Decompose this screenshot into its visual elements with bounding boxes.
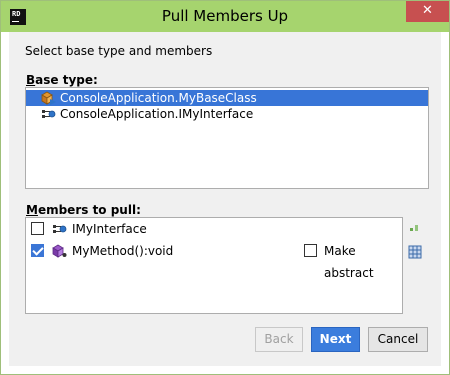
member-row-mymethod[interactable]: MyMethod():void Make abstract (26, 240, 402, 280)
method-icon (52, 244, 67, 258)
window-title: Pull Members Up (161, 7, 289, 25)
dialog-body: Select base type and members Base type: … (9, 32, 441, 366)
member-row-imyinterface[interactable]: IMyInterface (26, 218, 402, 240)
instruction-text: Select base type and members (25, 44, 213, 58)
member-label: MyMethod():void (72, 244, 174, 258)
member-checkbox-imyinterface[interactable] (31, 222, 44, 235)
interface-icon (53, 225, 67, 233)
base-type-item-mybaseclass[interactable]: ConsoleApplication.MyBaseClass (26, 90, 428, 106)
make-abstract-label: Make abstract (324, 244, 374, 280)
close-button[interactable]: ✕ (406, 1, 449, 22)
dependencies-icon[interactable] (409, 223, 419, 233)
member-label: IMyInterface (72, 222, 147, 236)
base-type-list[interactable]: ConsoleApplication.MyBaseClass ConsoleAp… (25, 87, 429, 189)
next-button[interactable]: Next (311, 327, 360, 352)
members-label: Members to pull: (26, 203, 141, 217)
member-checkbox-mymethod[interactable] (31, 244, 44, 257)
make-abstract-checkbox[interactable] (304, 244, 317, 257)
dialog-window: RD Pull Members Up ✕ Select base type an… (0, 0, 450, 375)
base-type-item-label: ConsoleApplication.IMyInterface (60, 107, 254, 121)
title-bar[interactable]: RD Pull Members Up ✕ (1, 1, 449, 32)
back-button[interactable]: Back (255, 327, 303, 352)
cancel-button[interactable]: Cancel (368, 327, 428, 352)
interface-icon (42, 110, 56, 118)
class-icon (41, 91, 56, 105)
select-all-icon[interactable] (407, 244, 423, 260)
base-type-label: Base type: (26, 73, 98, 87)
base-type-item-imyinterface[interactable]: ConsoleApplication.IMyInterface (26, 106, 428, 122)
close-icon: ✕ (422, 3, 433, 18)
members-list[interactable]: IMyInterface MyMethod():void Make abstra… (25, 217, 403, 314)
base-type-item-label: ConsoleApplication.MyBaseClass (60, 91, 257, 105)
